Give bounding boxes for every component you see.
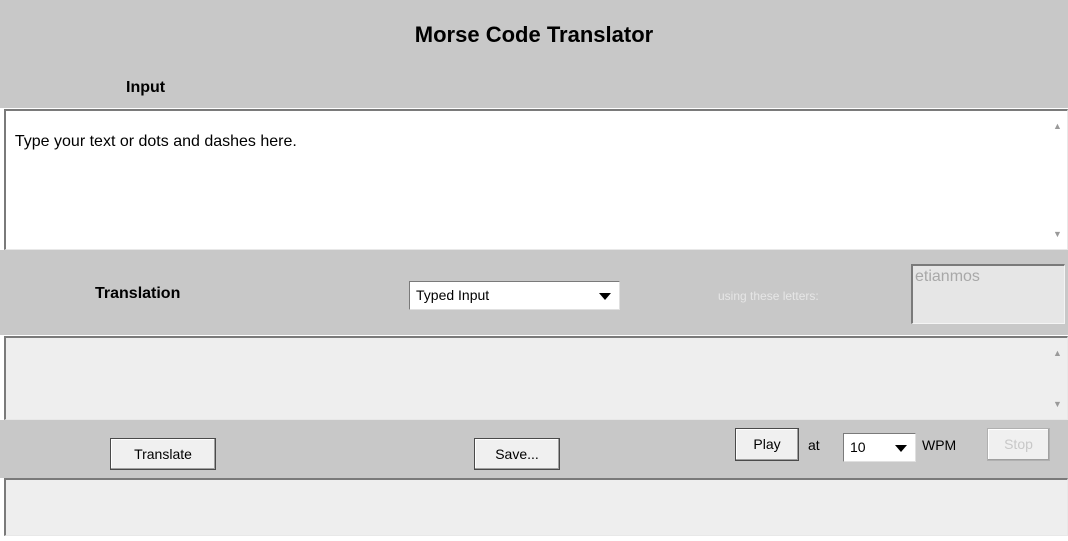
translation-mode-value: Typed Input <box>416 287 490 303</box>
at-label: at <box>808 437 820 453</box>
status-area <box>4 478 1068 536</box>
chevron-down-icon[interactable]: ▼ <box>1053 229 1062 239</box>
dropdown-arrow-icon <box>599 293 611 300</box>
translation-mode-select[interactable]: Typed Input <box>409 281 620 310</box>
play-button[interactable]: Play <box>735 428 799 461</box>
translate-button[interactable]: Translate <box>110 438 216 470</box>
wpm-select[interactable]: 10 <box>843 433 916 462</box>
letters-value: etianmos <box>915 268 980 285</box>
translation-label: Translation <box>95 285 181 302</box>
chevron-up-icon[interactable]: ▲ <box>1053 348 1062 358</box>
input-label: Input <box>126 79 166 96</box>
chevron-up-icon[interactable]: ▲ <box>1053 121 1062 131</box>
chevron-down-icon[interactable]: ▼ <box>1053 399 1062 409</box>
stop-button[interactable]: Stop <box>987 428 1050 461</box>
translation-output[interactable]: ▲ ▼ <box>4 336 1068 420</box>
app-title: Morse Code Translator <box>414 22 654 47</box>
wpm-label: WPM <box>922 437 957 453</box>
input-scrollbar[interactable]: ▲ ▼ <box>1049 111 1067 249</box>
wpm-value: 10 <box>850 439 866 455</box>
letters-label: using these letters: <box>718 289 819 303</box>
output-scrollbar[interactable]: ▲ ▼ <box>1049 338 1067 419</box>
input-text: Type your text or dots and dashes here. <box>14 133 297 150</box>
dropdown-arrow-icon <box>895 445 907 452</box>
input-textarea[interactable]: Type your text or dots and dashes here. … <box>4 109 1068 250</box>
letters-field: etianmos <box>911 264 1065 324</box>
save-button[interactable]: Save... <box>474 438 560 470</box>
